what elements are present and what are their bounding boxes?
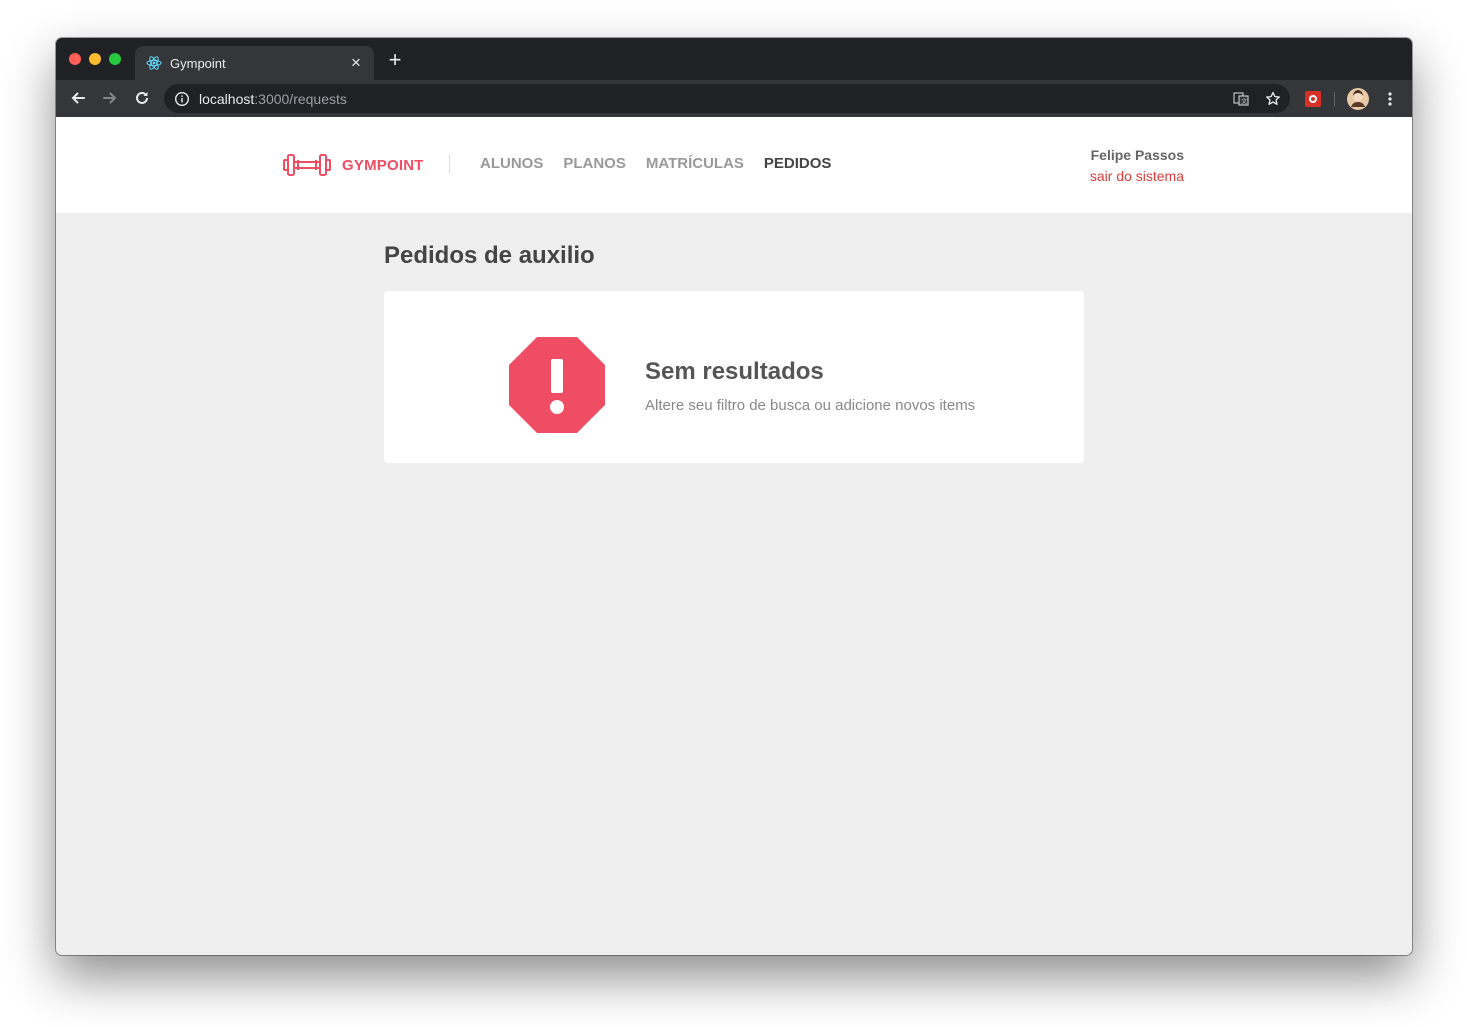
alert-octagon-icon: [509, 337, 605, 433]
empty-state-card: Sem resultados Altere seu filtro de busc…: [384, 291, 1084, 463]
dumbbell-icon: [283, 154, 331, 176]
logout-link[interactable]: sair do sistema: [1090, 168, 1184, 184]
profile-avatar-icon[interactable]: [1347, 88, 1369, 110]
url-path: :3000/requests: [254, 90, 347, 107]
window-minimize-button[interactable]: [89, 53, 101, 65]
user-name: Felipe Passos: [1090, 147, 1184, 163]
header-divider: [449, 154, 450, 174]
user-profile: Felipe Passos sair do sistema: [1090, 147, 1184, 184]
tab-title: Gympoint: [170, 55, 226, 71]
empty-state-title: Sem resultados: [645, 358, 824, 385]
browser-tab[interactable]: Gympoint ×: [135, 46, 374, 80]
more-menu-icon[interactable]: [1380, 89, 1400, 109]
star-icon[interactable]: [1263, 89, 1283, 109]
nav-item-alunos[interactable]: ALUNOS: [480, 155, 543, 172]
extension-icon[interactable]: [1303, 89, 1323, 109]
react-favicon-icon: [146, 56, 162, 70]
translate-icon[interactable]: 文: [1231, 89, 1251, 109]
toolbar-separator: [1334, 92, 1335, 106]
reload-icon[interactable]: [132, 88, 152, 108]
window-close-button[interactable]: [69, 53, 81, 65]
nav-item-pedidos[interactable]: PEDIDOS: [764, 155, 832, 172]
app-header: GYMPOINT ALUNOS PLANOS MATRÍCULAS PEDIDO…: [56, 117, 1412, 213]
empty-state-subtitle: Altere seu filtro de busca ou adicione n…: [645, 397, 976, 414]
main-nav: ALUNOS PLANOS MATRÍCULAS PEDIDOS: [480, 155, 831, 172]
nav-item-matriculas[interactable]: MATRÍCULAS: [646, 155, 744, 172]
close-icon[interactable]: ×: [346, 53, 366, 73]
forward-icon[interactable]: [100, 88, 120, 108]
brand-name: GYMPOINT: [342, 156, 424, 174]
browser-toolbar: localhost:3000/requests 文: [56, 80, 1412, 117]
browser-tab-bar: Gympoint × +: [56, 38, 1412, 80]
page-title: Pedidos de auxilio: [384, 242, 595, 269]
browser-window: Gympoint × + localhost:3000/requests 文 G…: [56, 38, 1412, 955]
nav-item-planos[interactable]: PLANOS: [563, 155, 626, 172]
window-maximize-button[interactable]: [109, 53, 121, 65]
brand-logo[interactable]: GYMPOINT: [283, 152, 424, 178]
back-icon[interactable]: [68, 88, 88, 108]
svg-text:文: 文: [1241, 97, 1247, 105]
info-icon[interactable]: [174, 91, 190, 107]
plus-icon[interactable]: +: [383, 48, 407, 72]
url-host: localhost: [199, 90, 255, 107]
url-text: localhost:3000/requests: [199, 91, 347, 107]
address-bar[interactable]: localhost:3000/requests: [164, 84, 1290, 113]
